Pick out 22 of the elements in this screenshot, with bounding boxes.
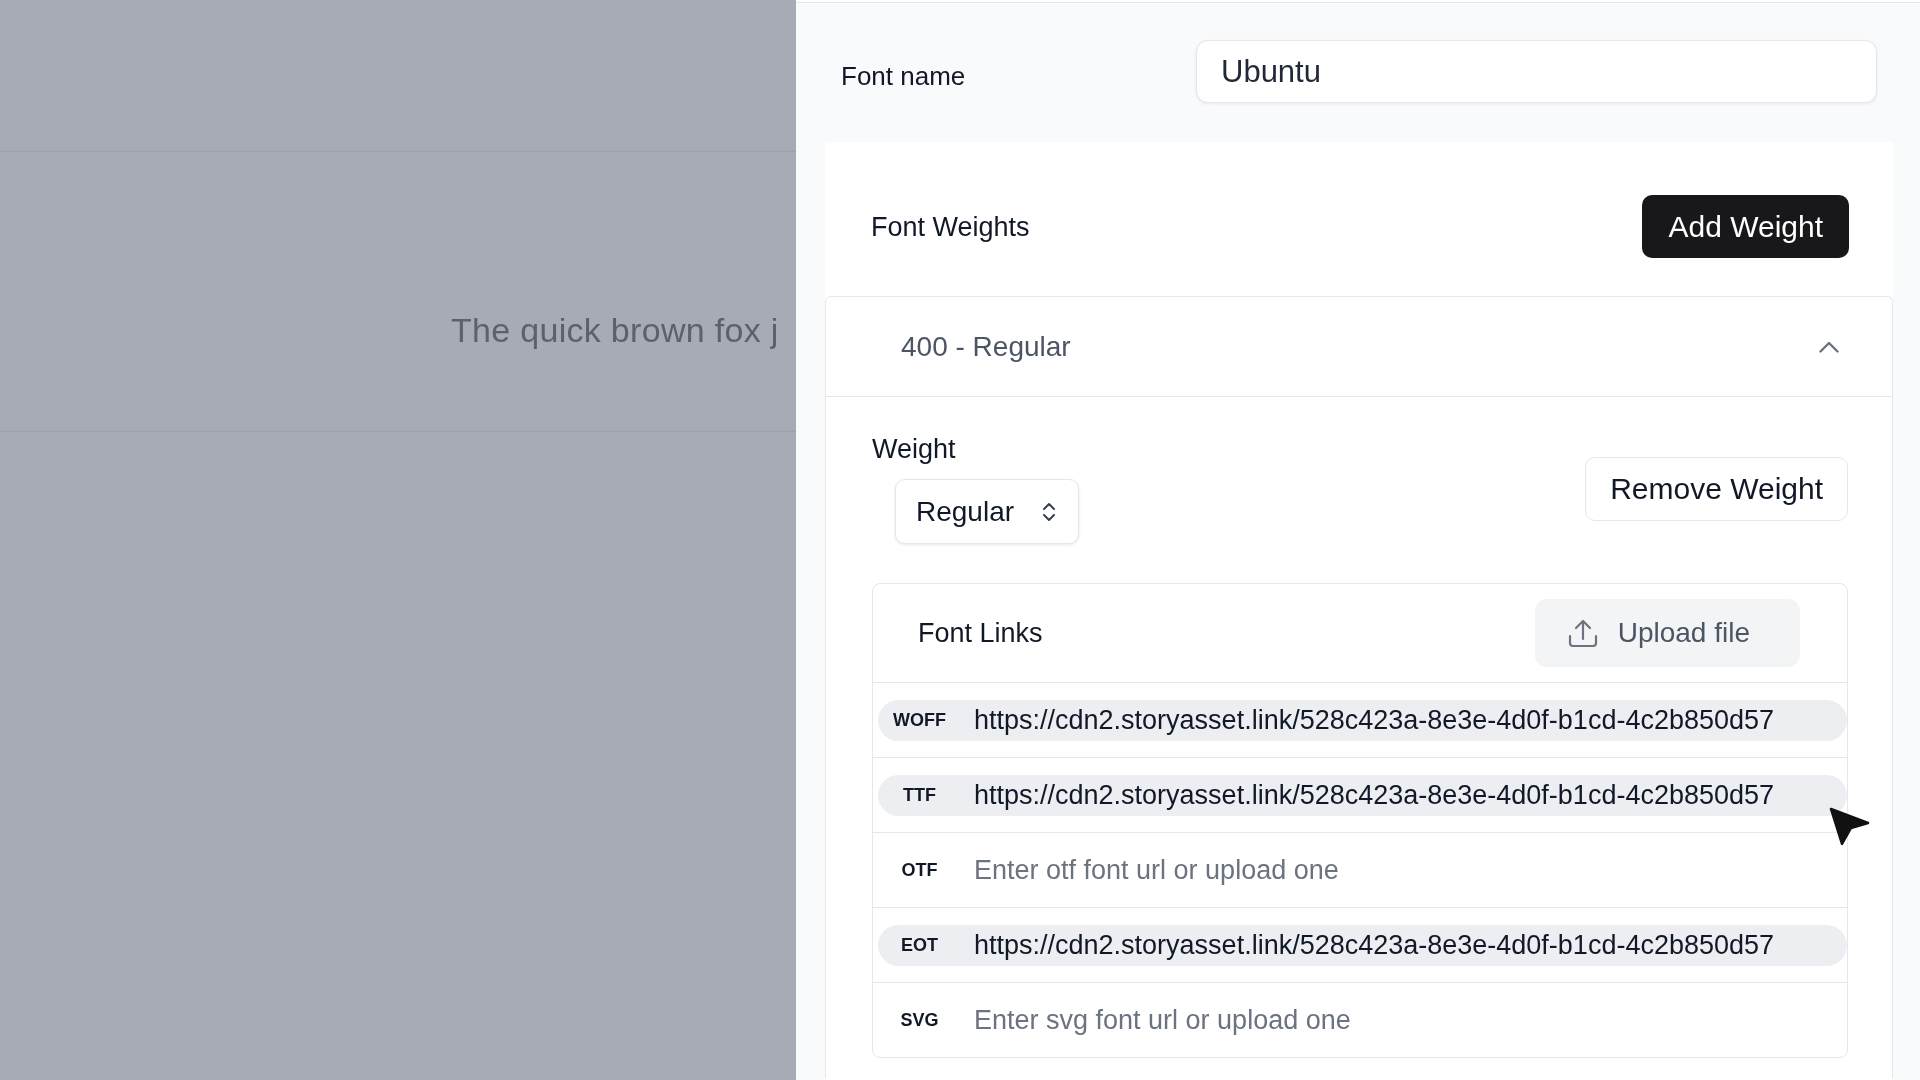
url-input[interactable]: Enter otf font url or upload one (961, 849, 1847, 891)
upload-icon (1567, 618, 1598, 648)
url-input[interactable]: https://cdn2.storyasset.link/528c423a-8e3e-4d0f-b1cd-4c2b850d57 (961, 774, 1847, 816)
format-label: SVG (899, 1008, 940, 1032)
format-label: OTF (900, 858, 939, 882)
url-input[interactable]: https://cdn2.storyasset.link/528c423a-8e3e-4d0f-b1cd-4c2b850d57 (961, 924, 1847, 966)
format-label: WOFF (878, 699, 961, 741)
weight-label: Weight (872, 433, 956, 465)
preview-text: The quick brown fox j (451, 311, 779, 349)
font-name-label: Font name (841, 59, 967, 92)
url-input[interactable]: Enter svg font url or upload one (961, 999, 1847, 1041)
url-input[interactable]: https://cdn2.storyasset.link/528c423a-8e3e-4d0f-b1cd-4c2b850d57 (961, 699, 1847, 741)
font-name-input[interactable]: Ubuntu (1196, 40, 1877, 103)
format-label: EOT (878, 924, 961, 966)
weight-select[interactable]: Regular (895, 479, 1080, 544)
add-weight-button[interactable]: Add Weight (1642, 195, 1849, 258)
cursor-icon (1828, 806, 1870, 846)
section-title: Font Weights (871, 210, 1030, 243)
upload-file-button[interactable]: Upload file (1534, 599, 1800, 667)
remove-weight-button[interactable]: Remove Weight (1585, 456, 1848, 521)
font-links-title: Font Links (918, 617, 1043, 649)
format-label: TTF (878, 774, 961, 816)
